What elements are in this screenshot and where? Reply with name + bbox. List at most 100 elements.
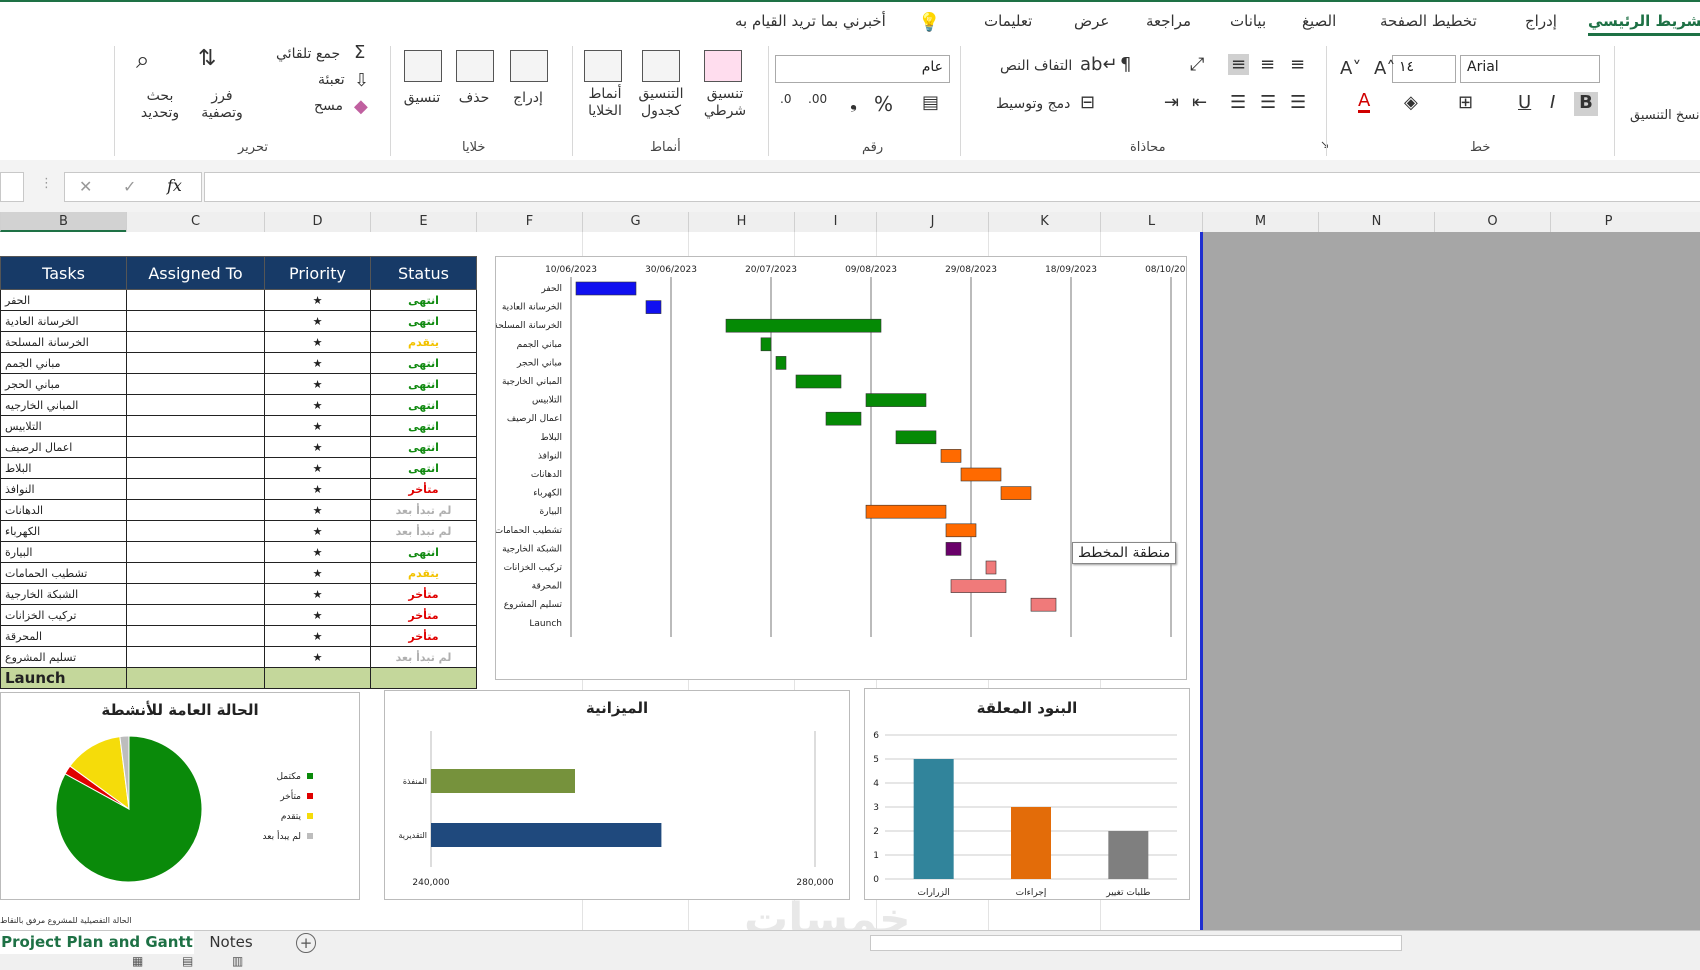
status-cell[interactable]: لم تبدأ بعد (370, 499, 477, 521)
format-cells-button[interactable]: تنسيق (398, 90, 446, 106)
col-header-e[interactable]: E (370, 212, 476, 232)
underline-icon[interactable]: U (1518, 92, 1531, 113)
launch-cell[interactable]: Launch (0, 667, 127, 689)
page-layout-view-icon[interactable]: ▤ (182, 954, 193, 968)
header-status[interactable]: Status (370, 256, 477, 290)
col-header-o[interactable]: O (1434, 212, 1550, 232)
priority-star-icon[interactable]: ★ (264, 625, 371, 647)
comma-style-icon[interactable]: ❟ (850, 92, 857, 113)
assigned-cell[interactable] (126, 457, 265, 479)
priority-star-icon[interactable]: ★ (264, 562, 371, 584)
budget-chart[interactable]: الميزانية 240,000 280,000 المنفذة التقديرية (384, 690, 850, 900)
font-color-icon[interactable]: A (1358, 92, 1371, 113)
tab-page-layout[interactable]: تخطيط الصفحة (1380, 12, 1477, 30)
header-tasks[interactable]: Tasks (0, 256, 127, 290)
delete-cells-button[interactable]: حذف (456, 90, 492, 106)
font-name-select[interactable]: Arial (1460, 55, 1600, 83)
align-right-icon[interactable]: ☰ (1290, 92, 1306, 113)
increase-font-icon[interactable]: A˄ (1374, 58, 1395, 79)
task-name-cell[interactable]: المباني الخارجيه (0, 394, 127, 416)
merge-center-button[interactable]: دمج وتوسيط (996, 96, 1070, 112)
assigned-cell[interactable] (126, 499, 265, 521)
sort-filter-icon[interactable]: ⇅ (198, 46, 216, 71)
status-cell[interactable]: انتهى (370, 352, 477, 374)
priority-star-icon[interactable]: ★ (264, 520, 371, 542)
sheet-tab-notes[interactable]: Notes (196, 931, 266, 954)
increase-decimal-icon[interactable]: .0 (780, 92, 791, 106)
tell-me-search[interactable]: أخبرني بما تريد القيام به (735, 12, 886, 30)
status-cell[interactable]: انتهى (370, 373, 477, 395)
status-cell[interactable]: انتهى (370, 394, 477, 416)
assigned-cell[interactable] (126, 289, 265, 311)
task-name-cell[interactable]: مباني الجمم (0, 352, 127, 374)
priority-star-icon[interactable]: ★ (264, 310, 371, 332)
accounting-format-icon[interactable]: ▤ (922, 92, 939, 113)
assigned-cell[interactable] (126, 310, 265, 332)
font-dialog-launcher-icon[interactable]: ↘ (1320, 138, 1329, 151)
priority-star-icon[interactable]: ★ (264, 331, 371, 353)
assigned-cell[interactable] (126, 352, 265, 374)
task-name-cell[interactable]: مباني الحجر (0, 373, 127, 395)
priority-star-icon[interactable]: ★ (264, 373, 371, 395)
task-name-cell[interactable]: التلابيس (0, 415, 127, 437)
fill-color-icon[interactable]: ◈ (1404, 92, 1418, 113)
col-header-k[interactable]: K (988, 212, 1100, 232)
pending-items-chart[interactable]: البنود المعلقة 0 1 2 3 4 5 6 الزرارات إجراءات طلب… (864, 688, 1190, 900)
format-cells-icon[interactable] (404, 50, 442, 82)
col-header-h[interactable]: H (688, 212, 794, 232)
launch-cell-empty[interactable] (126, 667, 265, 689)
task-name-cell[interactable]: المحرقة (0, 625, 127, 647)
col-header-f[interactable]: F (476, 212, 582, 232)
page-break-view-icon[interactable]: ▥ (232, 954, 243, 968)
status-cell[interactable]: متأخر (370, 625, 477, 647)
assigned-cell[interactable] (126, 478, 265, 500)
wrap-text-button[interactable]: التفاف النص (1000, 58, 1072, 74)
align-center-icon[interactable]: ☰ (1260, 92, 1276, 113)
assigned-cell[interactable] (126, 373, 265, 395)
task-name-cell[interactable]: الحفر (0, 289, 127, 311)
conditional-formatting-button[interactable]: تنسيق شرطي (700, 86, 750, 120)
col-header-j[interactable]: J (876, 212, 988, 232)
tab-review[interactable]: مراجعة (1146, 12, 1191, 30)
decrease-indent-icon[interactable]: ⇤ (1192, 92, 1207, 113)
rtl-icon[interactable]: ¶ (1120, 54, 1131, 75)
align-middle-icon[interactable]: ≡ (1260, 54, 1275, 75)
delete-cells-icon[interactable] (456, 50, 494, 82)
col-header-b[interactable]: B (0, 212, 126, 232)
borders-icon[interactable]: ⊞ (1458, 92, 1473, 113)
status-pie-chart[interactable]: الحالة العامة للأنشطة مكتمل متأخر يتقدم لم … (0, 692, 360, 900)
fill-button[interactable]: تعبئة (318, 72, 345, 88)
task-name-cell[interactable]: النوافذ (0, 478, 127, 500)
task-name-cell[interactable]: البلاط (0, 457, 127, 479)
task-name-cell[interactable]: تركيب الخزانات (0, 604, 127, 626)
assigned-cell[interactable] (126, 436, 265, 458)
task-name-cell[interactable]: تسليم المشروع (0, 646, 127, 668)
assigned-cell[interactable] (126, 646, 265, 668)
priority-star-icon[interactable]: ★ (264, 457, 371, 479)
col-header-i[interactable]: I (794, 212, 876, 232)
col-header-m[interactable]: M (1202, 212, 1318, 232)
merge-center-icon[interactable]: ⊟ (1080, 92, 1095, 113)
status-cell[interactable]: متأخر (370, 478, 477, 500)
assigned-cell[interactable] (126, 625, 265, 647)
task-name-cell[interactable]: الشبكة الخارجية (0, 583, 127, 605)
tab-insert[interactable]: إدراج (1525, 12, 1557, 30)
col-header-n[interactable]: N (1318, 212, 1434, 232)
task-name-cell[interactable]: البيارة (0, 541, 127, 563)
insert-function-icon[interactable]: fx (167, 176, 182, 195)
task-name-cell[interactable]: الخرسانة المسلحة (0, 331, 127, 353)
assigned-cell[interactable] (126, 604, 265, 626)
normal-view-icon[interactable]: ▦ (132, 954, 143, 968)
task-name-cell[interactable]: الخرسانة العادية (0, 310, 127, 332)
decrease-decimal-icon[interactable]: .00 (808, 92, 827, 106)
priority-star-icon[interactable]: ★ (264, 352, 371, 374)
horizontal-scrollbar[interactable] (870, 935, 1402, 951)
col-header-g[interactable]: G (582, 212, 688, 232)
status-cell[interactable]: انتهى (370, 415, 477, 437)
priority-star-icon[interactable]: ★ (264, 478, 371, 500)
format-as-table-button[interactable]: التنسيق كجدول (636, 86, 686, 120)
insert-cells-icon[interactable] (510, 50, 548, 82)
cell-styles-button[interactable]: أنماط الخلايا (580, 86, 630, 120)
priority-star-icon[interactable]: ★ (264, 499, 371, 521)
status-cell[interactable]: متأخر (370, 604, 477, 626)
